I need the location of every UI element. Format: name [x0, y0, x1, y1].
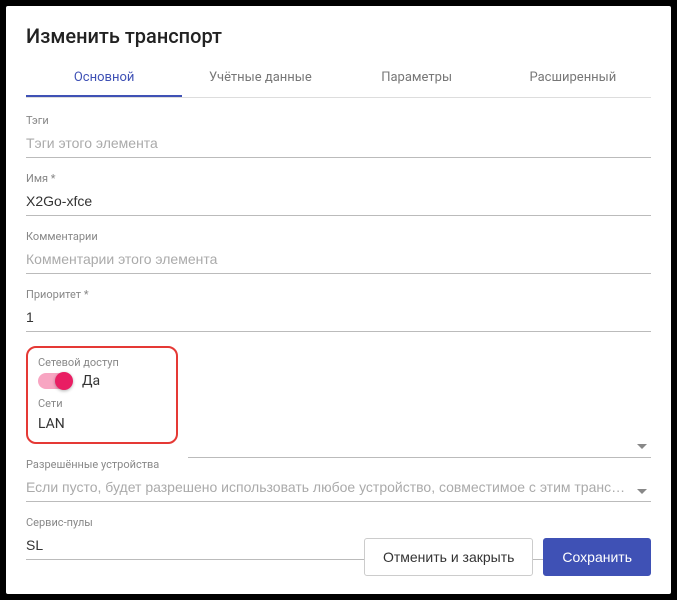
- tabs: Основной Учётные данные Параметры Расшир…: [26, 60, 651, 98]
- networks-select-line[interactable]: [188, 436, 651, 458]
- cancel-button[interactable]: Отменить и закрыть: [364, 538, 533, 576]
- networks-field-inner: Сети LAN: [38, 397, 166, 436]
- dialog-title: Изменить транспорт: [26, 24, 651, 48]
- priority-input[interactable]: [26, 305, 651, 332]
- dialog-actions: Отменить и закрыть Сохранить: [364, 538, 651, 576]
- tags-input[interactable]: [26, 131, 651, 158]
- networks-label: Сети: [38, 397, 166, 410]
- devices-label: Разрешённые устройства: [26, 458, 651, 471]
- netaccess-label: Сетевой доступ: [38, 356, 166, 369]
- netaccess-state: Да: [82, 373, 100, 389]
- name-field: Имя *: [26, 172, 651, 216]
- tab-parameters[interactable]: Параметры: [339, 60, 495, 97]
- netaccess-toggle[interactable]: [38, 373, 72, 389]
- comments-label: Комментарии: [26, 230, 651, 243]
- tags-field: Тэги: [26, 114, 651, 158]
- priority-label: Приоритет *: [26, 288, 651, 301]
- comments-field: Комментарии: [26, 230, 651, 274]
- pools-label: Сервис-пулы: [26, 516, 651, 529]
- toggle-knob: [55, 372, 73, 390]
- name-label: Имя *: [26, 172, 651, 185]
- chevron-down-icon: [637, 489, 647, 494]
- tab-credentials[interactable]: Учётные данные: [182, 60, 338, 97]
- networks-value[interactable]: LAN: [38, 414, 166, 436]
- save-button[interactable]: Сохранить: [543, 538, 651, 576]
- edit-transport-dialog: Изменить транспорт Основной Учётные данн…: [6, 6, 671, 594]
- network-access-highlight: Сетевой доступ Да Сети LAN: [26, 346, 178, 444]
- tags-label: Тэги: [26, 114, 651, 127]
- tab-advanced[interactable]: Расширенный: [495, 60, 651, 97]
- devices-field: Разрешённые устройства: [26, 458, 651, 502]
- priority-field: Приоритет *: [26, 288, 651, 332]
- netaccess-field: Сетевой доступ Да: [38, 356, 166, 389]
- devices-select[interactable]: [26, 475, 651, 502]
- chevron-down-icon: [637, 444, 647, 449]
- comments-input[interactable]: [26, 247, 651, 274]
- name-input[interactable]: [26, 189, 651, 216]
- tab-main[interactable]: Основной: [26, 60, 182, 97]
